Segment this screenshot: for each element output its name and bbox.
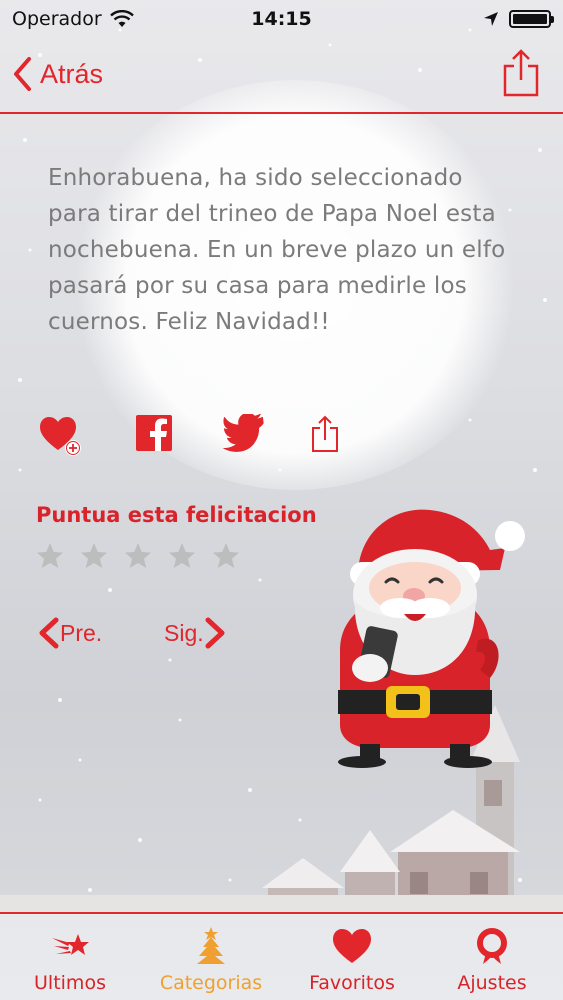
star-4[interactable] — [166, 540, 198, 572]
add-favorite-button[interactable] — [38, 414, 82, 458]
star-3[interactable] — [122, 540, 154, 572]
status-bar: Operador 14:15 — [0, 0, 563, 38]
wreath-icon — [477, 928, 507, 964]
tab-label: Favoritos — [309, 972, 395, 994]
santa-claus-illustration — [338, 509, 525, 768]
navigation-bar: Atrás — [0, 38, 563, 114]
previous-button[interactable]: Pre. — [36, 612, 102, 654]
heart-add-icon — [40, 417, 81, 456]
tab-bar: Ultimos Categorias Favoritos Ajustes — [0, 912, 563, 1000]
next-button[interactable]: Sig. — [164, 612, 228, 654]
tab-label: Ultimos — [34, 972, 106, 994]
star-1[interactable] — [34, 540, 66, 572]
tree-icon — [197, 927, 225, 964]
chevron-left-icon — [14, 57, 31, 91]
tab-favoritos[interactable]: Favoritos — [282, 914, 422, 1000]
more-share-button[interactable] — [310, 414, 354, 458]
greeting-message: Enhorabuena, ha sido seleccionado para t… — [48, 165, 506, 335]
battery-icon — [509, 10, 554, 28]
chevron-left-icon — [39, 617, 59, 649]
tab-ajustes[interactable]: Ajustes — [422, 914, 562, 1000]
facebook-icon — [136, 415, 172, 451]
chevron-right-icon — [205, 617, 225, 649]
back-button[interactable]: Atrás — [12, 52, 103, 96]
next-label: Sig. — [164, 619, 204, 646]
tab-label: Ajustes — [457, 972, 527, 994]
rating-title: Puntua esta felicitacion — [36, 503, 317, 527]
twitter-icon — [222, 412, 264, 452]
status-time: 14:15 — [251, 8, 312, 30]
previous-label: Pre. — [60, 619, 103, 646]
heart-icon — [333, 929, 371, 963]
tab-ultimos[interactable]: Ultimos — [0, 914, 140, 1000]
twitter-share-button[interactable] — [222, 412, 266, 458]
share-icon — [312, 415, 338, 452]
star-5[interactable] — [210, 540, 242, 572]
tab-label: Categorias — [159, 972, 263, 994]
facebook-share-button[interactable] — [135, 414, 179, 458]
back-label: Atrás — [40, 58, 104, 89]
star-2[interactable] — [78, 540, 110, 572]
rating-stars — [34, 540, 242, 572]
share-icon — [503, 49, 539, 97]
share-button[interactable] — [501, 48, 541, 98]
share-actions — [38, 412, 368, 458]
shooting-star-icon — [52, 934, 89, 955]
tab-categorias[interactable]: Categorias — [141, 914, 281, 1000]
